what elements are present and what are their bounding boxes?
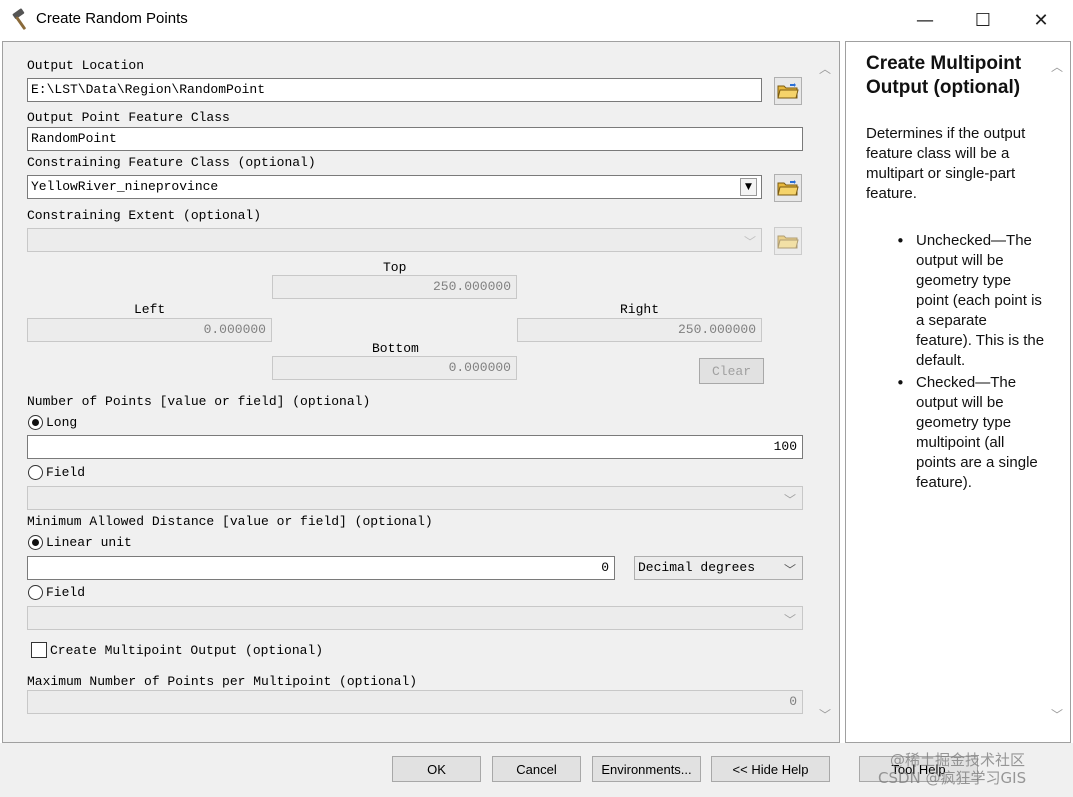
open-folder-icon (777, 83, 799, 99)
create-multipoint-checkbox[interactable] (31, 642, 47, 658)
browse-constraining-extent-button[interactable] (774, 227, 802, 255)
browse-constraining-feature-class-button[interactable] (774, 174, 802, 202)
min-distance-label: Minimum Allowed Distance [value or field… (27, 514, 433, 529)
title-bar: Create Random Points — ☐ ✕ (0, 0, 1073, 40)
output-feature-class-label: Output Point Feature Class (27, 110, 230, 125)
points-field-radio-label: Field (46, 465, 86, 480)
extent-bottom-input[interactable]: 0.000000 (272, 356, 517, 380)
help-item-text: Unchecked—The output will be geometry ty… (916, 232, 1045, 369)
output-location-label: Output Location (27, 58, 145, 73)
extent-left-label: Left (134, 302, 166, 317)
chevron-down-icon: ﹀ (784, 613, 797, 627)
extent-top-input[interactable]: 250.000000 (272, 275, 517, 299)
long-radio-label: Long (46, 415, 78, 430)
linear-unit-radio[interactable] (28, 535, 43, 550)
distance-field-select[interactable] (27, 606, 803, 630)
cancel-button[interactable]: Cancel (492, 756, 581, 782)
scroll-down-icon[interactable]: ﹀ (819, 706, 831, 723)
max-points-label: Maximum Number of Points per Multipoint … (27, 674, 418, 689)
ok-button[interactable]: OK (392, 756, 481, 782)
output-feature-class-input[interactable]: RandomPoint (27, 127, 803, 151)
maximize-button[interactable]: ☐ (954, 0, 1012, 40)
hammer-icon (12, 8, 26, 30)
constraining-feature-class-label: Constraining Feature Class (optional) (27, 155, 316, 170)
help-list-item: • Checked—The output will be geometry typ… (896, 373, 1046, 493)
long-radio[interactable] (28, 415, 43, 430)
distance-field-radio-label: Field (46, 585, 86, 600)
help-description: Determines if the output feature class w… (866, 125, 1026, 202)
constraining-feature-class-select[interactable]: YellowRiver_nineprovince (27, 175, 762, 199)
browse-output-location-button[interactable] (774, 77, 802, 105)
constraining-extent-select[interactable] (27, 228, 762, 252)
points-field-radio[interactable] (28, 465, 43, 480)
help-item-text: Checked—The output will be geometry type… (916, 374, 1038, 491)
hide-help-button[interactable]: << Hide Help (711, 756, 830, 782)
bullet-icon: • (896, 232, 905, 250)
max-points-input[interactable]: 0 (27, 690, 803, 714)
minimize-button[interactable]: — (896, 0, 954, 40)
constraining-extent-label: Constraining Extent (optional) (27, 208, 262, 223)
chevron-down-icon: ﹀ (784, 493, 797, 507)
extent-bottom-label: Bottom (372, 341, 419, 356)
help-title: Create Multipoint Output (optional) (866, 53, 1022, 98)
output-location-input[interactable]: E:\LST\Data\Region\RandomPoint (27, 78, 762, 102)
bullet-icon: • (896, 374, 905, 392)
chevron-down-icon: ﹀ (784, 563, 797, 577)
open-folder-icon (777, 180, 799, 196)
environments-button[interactable]: Environments... (592, 756, 701, 782)
chevron-down-icon: ﹀ (744, 235, 757, 249)
help-list-item: • Unchecked—The output will be geometry t… (896, 231, 1046, 371)
help-list: • Unchecked—The output will be geometry t… (896, 231, 1046, 495)
watermark-line-1: @稀土掘金技术社区 (890, 751, 1026, 769)
dropdown-arrow-icon[interactable]: ▼ (740, 178, 757, 196)
number-of-points-input[interactable]: 100 (27, 435, 803, 459)
min-distance-value-input[interactable]: 0 (27, 556, 615, 580)
extent-right-input[interactable]: 250.000000 (517, 318, 762, 342)
linear-unit-radio-label: Linear unit (46, 535, 132, 550)
clear-extent-button[interactable]: Clear (699, 358, 764, 384)
scroll-down-icon[interactable]: ﹀ (1051, 706, 1063, 723)
close-button[interactable]: ✕ (1012, 0, 1070, 40)
window-title: Create Random Points (36, 10, 188, 27)
scroll-up-icon[interactable]: ︿ (819, 60, 831, 77)
distance-field-radio[interactable] (28, 585, 43, 600)
watermark-line-2: CSDN @疯狂学习GIS (878, 769, 1027, 787)
extent-right-label: Right (620, 302, 660, 317)
scroll-up-icon[interactable]: ︿ (1051, 58, 1063, 75)
points-field-select[interactable] (27, 486, 803, 510)
watermark: @稀土掘金技术社区 CSDN @疯狂学习GIS (878, 751, 1026, 787)
distance-unit-select[interactable]: Decimal degrees (634, 556, 803, 580)
extent-left-input[interactable]: 0.000000 (27, 318, 272, 342)
extent-top-label: Top (383, 260, 407, 275)
open-folder-icon (777, 235, 799, 249)
create-multipoint-label: Create Multipoint Output (optional) (50, 643, 324, 658)
number-of-points-label: Number of Points [value or field] (optio… (27, 394, 371, 409)
